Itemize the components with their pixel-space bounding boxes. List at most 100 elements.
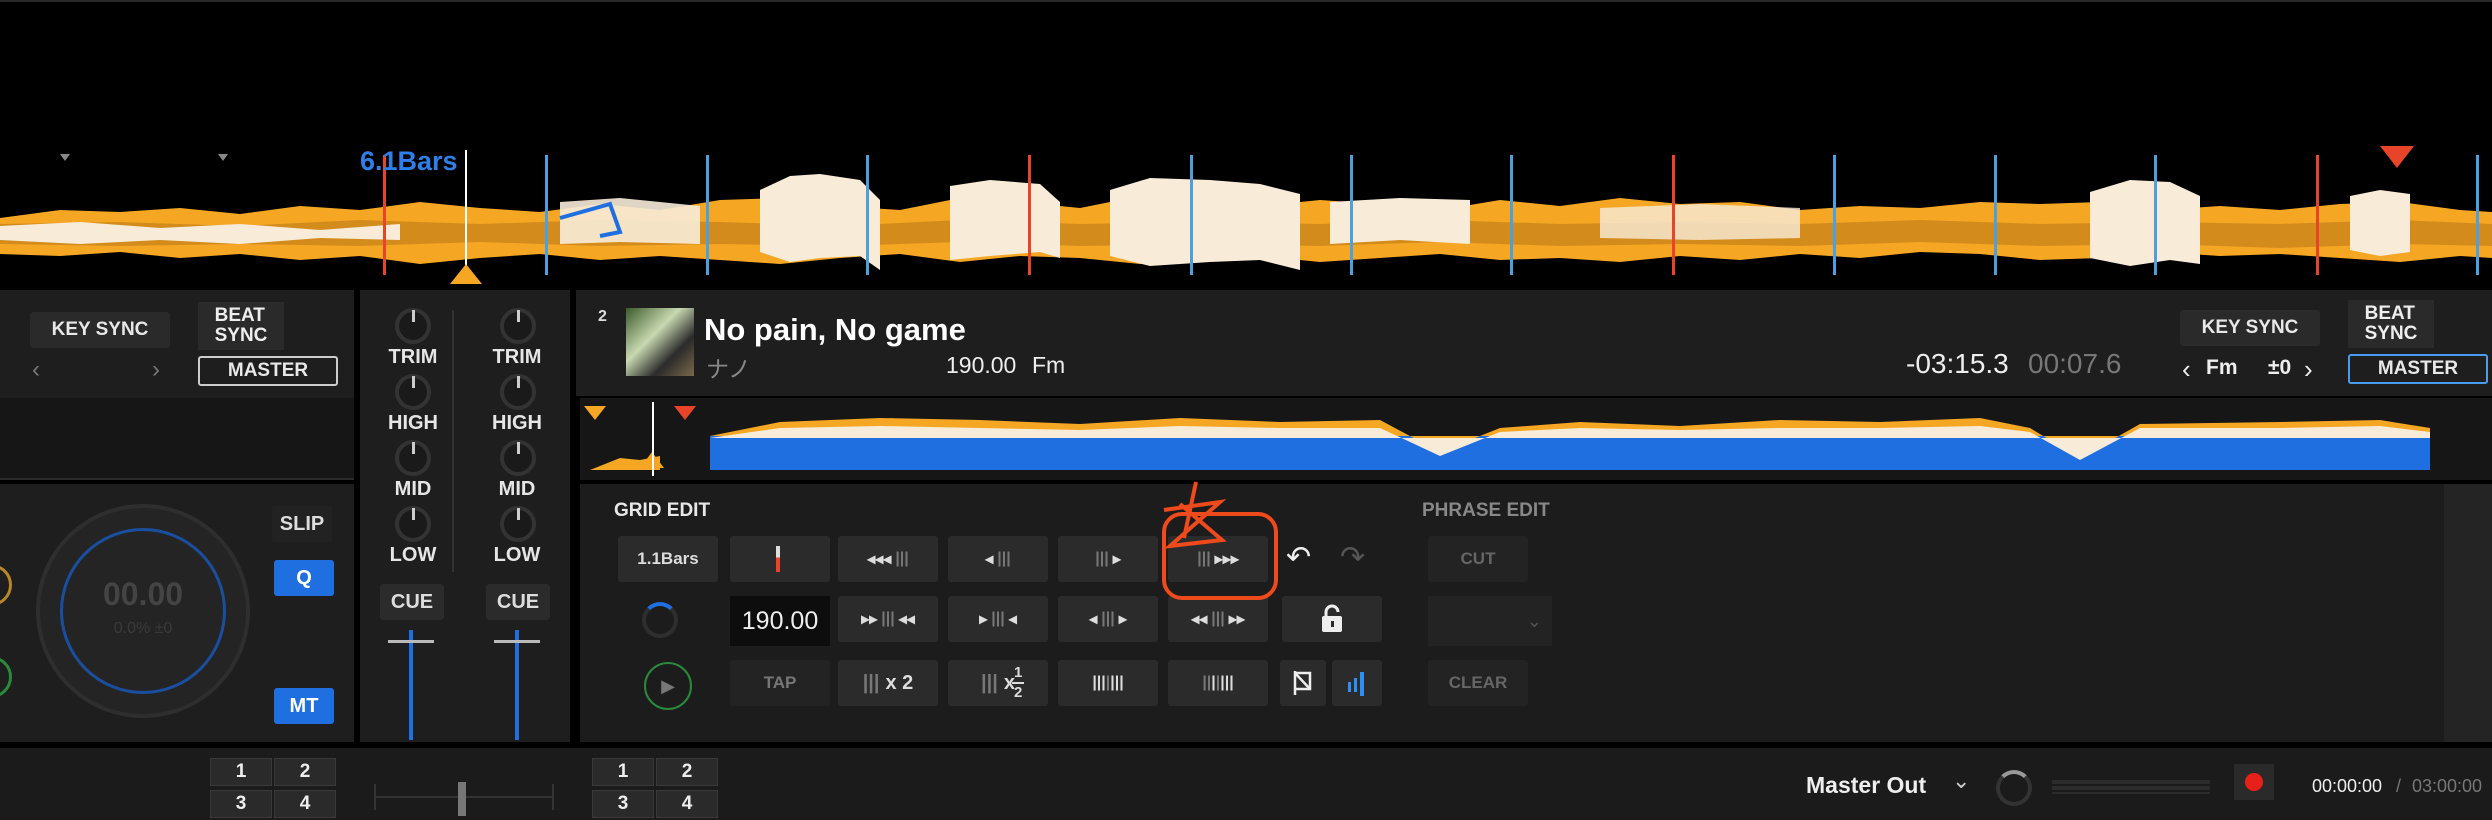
- cue-button-ch1[interactable]: CUE: [380, 584, 444, 620]
- mini-waveform[interactable]: [580, 398, 2492, 480]
- channel-fader-ch2[interactable]: [490, 630, 544, 740]
- track-bpm: 190.00: [946, 352, 1017, 378]
- bpm-x2-button[interactable]: ||| x 2: [838, 660, 938, 706]
- low-knob-ch1[interactable]: [395, 506, 431, 542]
- pad-right-4[interactable]: 4: [656, 790, 718, 818]
- key-next-icon[interactable]: ›: [152, 356, 160, 384]
- track-artist: ナノ: [706, 356, 751, 382]
- rec-total: 03:00:00: [2412, 776, 2483, 796]
- phrase-edit-title: PHRASE EDIT: [1422, 500, 1550, 521]
- pad-left-3[interactable]: 3: [210, 790, 272, 818]
- phrase-dropdown[interactable]: ⌄: [1428, 596, 1552, 646]
- key-value: Fm: [2206, 356, 2238, 379]
- tap-button[interactable]: TAP: [730, 660, 830, 706]
- double-left-button[interactable]: ▸▸ ||| ◂◂: [838, 596, 938, 642]
- grid-level-button[interactable]: [1332, 660, 1382, 706]
- hotcue-ring[interactable]: [0, 564, 12, 606]
- pad-right-3[interactable]: 3: [592, 790, 654, 818]
- pad-left-1[interactable]: 1: [210, 758, 272, 786]
- left-deck-blank: [0, 398, 354, 480]
- key-offset: ±0: [2268, 356, 2292, 379]
- pad-left-4[interactable]: 4: [274, 790, 336, 818]
- overview-waveform[interactable]: 6.1Bars: [0, 0, 2492, 290]
- grid-edit-panel: GRID EDIT 1.1Bars ▶ 190.00 TAP ◂◂◂ ||| ▸…: [580, 481, 2492, 742]
- beat-line: [1190, 155, 1193, 275]
- pad-left-2[interactable]: 2: [274, 758, 336, 786]
- bpm-half-button[interactable]: ||| x 1 2: [948, 660, 1048, 706]
- undo-icon[interactable]: ↶: [1286, 540, 1311, 575]
- record-button[interactable]: [2234, 764, 2274, 800]
- beat-sync-button-right[interactable]: BEAT SYNC: [2348, 300, 2434, 348]
- key-sync-button-left[interactable]: KEY SYNC: [30, 312, 170, 348]
- grid-flag-button[interactable]: [1280, 660, 1326, 706]
- beat-line: [2476, 155, 2479, 275]
- slip-button[interactable]: SLIP: [272, 506, 332, 542]
- beat-sync-button-left[interactable]: BEAT SYNC: [198, 302, 284, 350]
- play-button[interactable]: ▶: [644, 662, 692, 710]
- redo-icon[interactable]: ↷: [1340, 540, 1365, 575]
- clear-button[interactable]: CLEAR: [1428, 660, 1528, 706]
- cut-button[interactable]: CUT: [1428, 536, 1528, 582]
- bpm-value-field[interactable]: 190.00: [730, 596, 830, 646]
- level-icon: [1348, 672, 1364, 696]
- hotcue-ring[interactable]: [0, 656, 12, 698]
- bottom-bar: 1 2 3 4 1 2 3 4 Master Out ⌄ 00:00:00 / …: [0, 748, 2492, 820]
- master-out-dropdown-icon[interactable]: ⌄: [1952, 768, 1970, 794]
- cue-button-ch2[interactable]: CUE: [486, 584, 550, 620]
- playhead-line: [652, 402, 654, 476]
- x2-label: x 2: [885, 671, 914, 694]
- pad-right-2[interactable]: 2: [656, 758, 718, 786]
- lock-button[interactable]: [1282, 596, 1382, 642]
- trim-label-ch2: TRIM: [492, 346, 542, 368]
- playhead-line: [465, 150, 467, 280]
- playhead-marker-icon[interactable]: [450, 264, 482, 284]
- high-label-ch1: HIGH: [388, 412, 438, 434]
- low-knob-ch2[interactable]: [500, 506, 536, 542]
- beat-line: [1510, 155, 1513, 275]
- cue-marker-icon[interactable]: [674, 406, 696, 420]
- mid-knob-ch2[interactable]: [500, 440, 536, 476]
- cue-marker-icon[interactable]: [2380, 146, 2414, 168]
- elapsed-time: 00:07.6: [2028, 348, 2122, 379]
- trim-knob-ch2[interactable]: [500, 308, 536, 344]
- mixer-divider: [452, 310, 454, 572]
- low-label-ch2: LOW: [493, 544, 541, 566]
- cue-marker-icon[interactable]: [584, 406, 606, 420]
- grid-edit-title: GRID EDIT: [614, 500, 711, 521]
- metronome-button[interactable]: [730, 536, 830, 582]
- shift-grid-left-fast-button[interactable]: ◂◂◂ |||: [838, 536, 938, 582]
- high-knob-ch2[interactable]: [500, 374, 536, 410]
- tick-marker-icon: [218, 154, 228, 161]
- crossfader[interactable]: [374, 766, 554, 816]
- shift-grid-left-button[interactable]: ◂ |||: [948, 536, 1048, 582]
- top-divider: [0, 0, 2492, 2]
- left-deck-header: KEY SYNC ‹ › BEAT SYNC MASTER: [0, 290, 354, 398]
- trim-knob-ch1[interactable]: [395, 308, 431, 344]
- bars-button[interactable]: 1.1Bars: [618, 536, 718, 582]
- record-icon: [2245, 773, 2263, 791]
- master-out-label[interactable]: Master Out: [1806, 772, 1926, 799]
- key-prev-icon[interactable]: ‹: [2182, 354, 2191, 385]
- master-volume-knob[interactable]: [1996, 770, 2032, 806]
- mini-waveform-graphic: [590, 418, 2430, 470]
- mixer-panel: TRIM HIGH MID LOW CUE TRIM HIGH MID LOW …: [360, 290, 570, 742]
- master-tempo-button[interactable]: MT: [274, 688, 334, 724]
- jog-wheel[interactable]: 00.00 0.0% ±0: [36, 504, 250, 718]
- master-button-right[interactable]: MASTER: [2348, 354, 2488, 384]
- narrow-grid-button[interactable]: ▸ ||| ◂: [948, 596, 1048, 642]
- beat-line: [2316, 155, 2319, 275]
- high-knob-ch1[interactable]: [395, 374, 431, 410]
- deck-number: 2: [598, 308, 607, 325]
- key-sync-button-right[interactable]: KEY SYNC: [2180, 310, 2320, 346]
- beat-line: [866, 155, 869, 275]
- channel-fader-ch1[interactable]: [384, 630, 438, 740]
- grid-adjust-alt-button[interactable]: || | | |||: [1168, 660, 1268, 706]
- pad-right-1[interactable]: 1: [592, 758, 654, 786]
- beat-knob[interactable]: [642, 602, 678, 638]
- key-prev-icon[interactable]: ‹: [32, 356, 40, 384]
- mid-knob-ch1[interactable]: [395, 440, 431, 476]
- grid-adjust-button[interactable]: ||| | |||: [1058, 660, 1158, 706]
- key-next-icon[interactable]: ›: [2304, 354, 2313, 385]
- master-button-left[interactable]: MASTER: [198, 356, 338, 386]
- quantize-button[interactable]: Q: [274, 560, 334, 596]
